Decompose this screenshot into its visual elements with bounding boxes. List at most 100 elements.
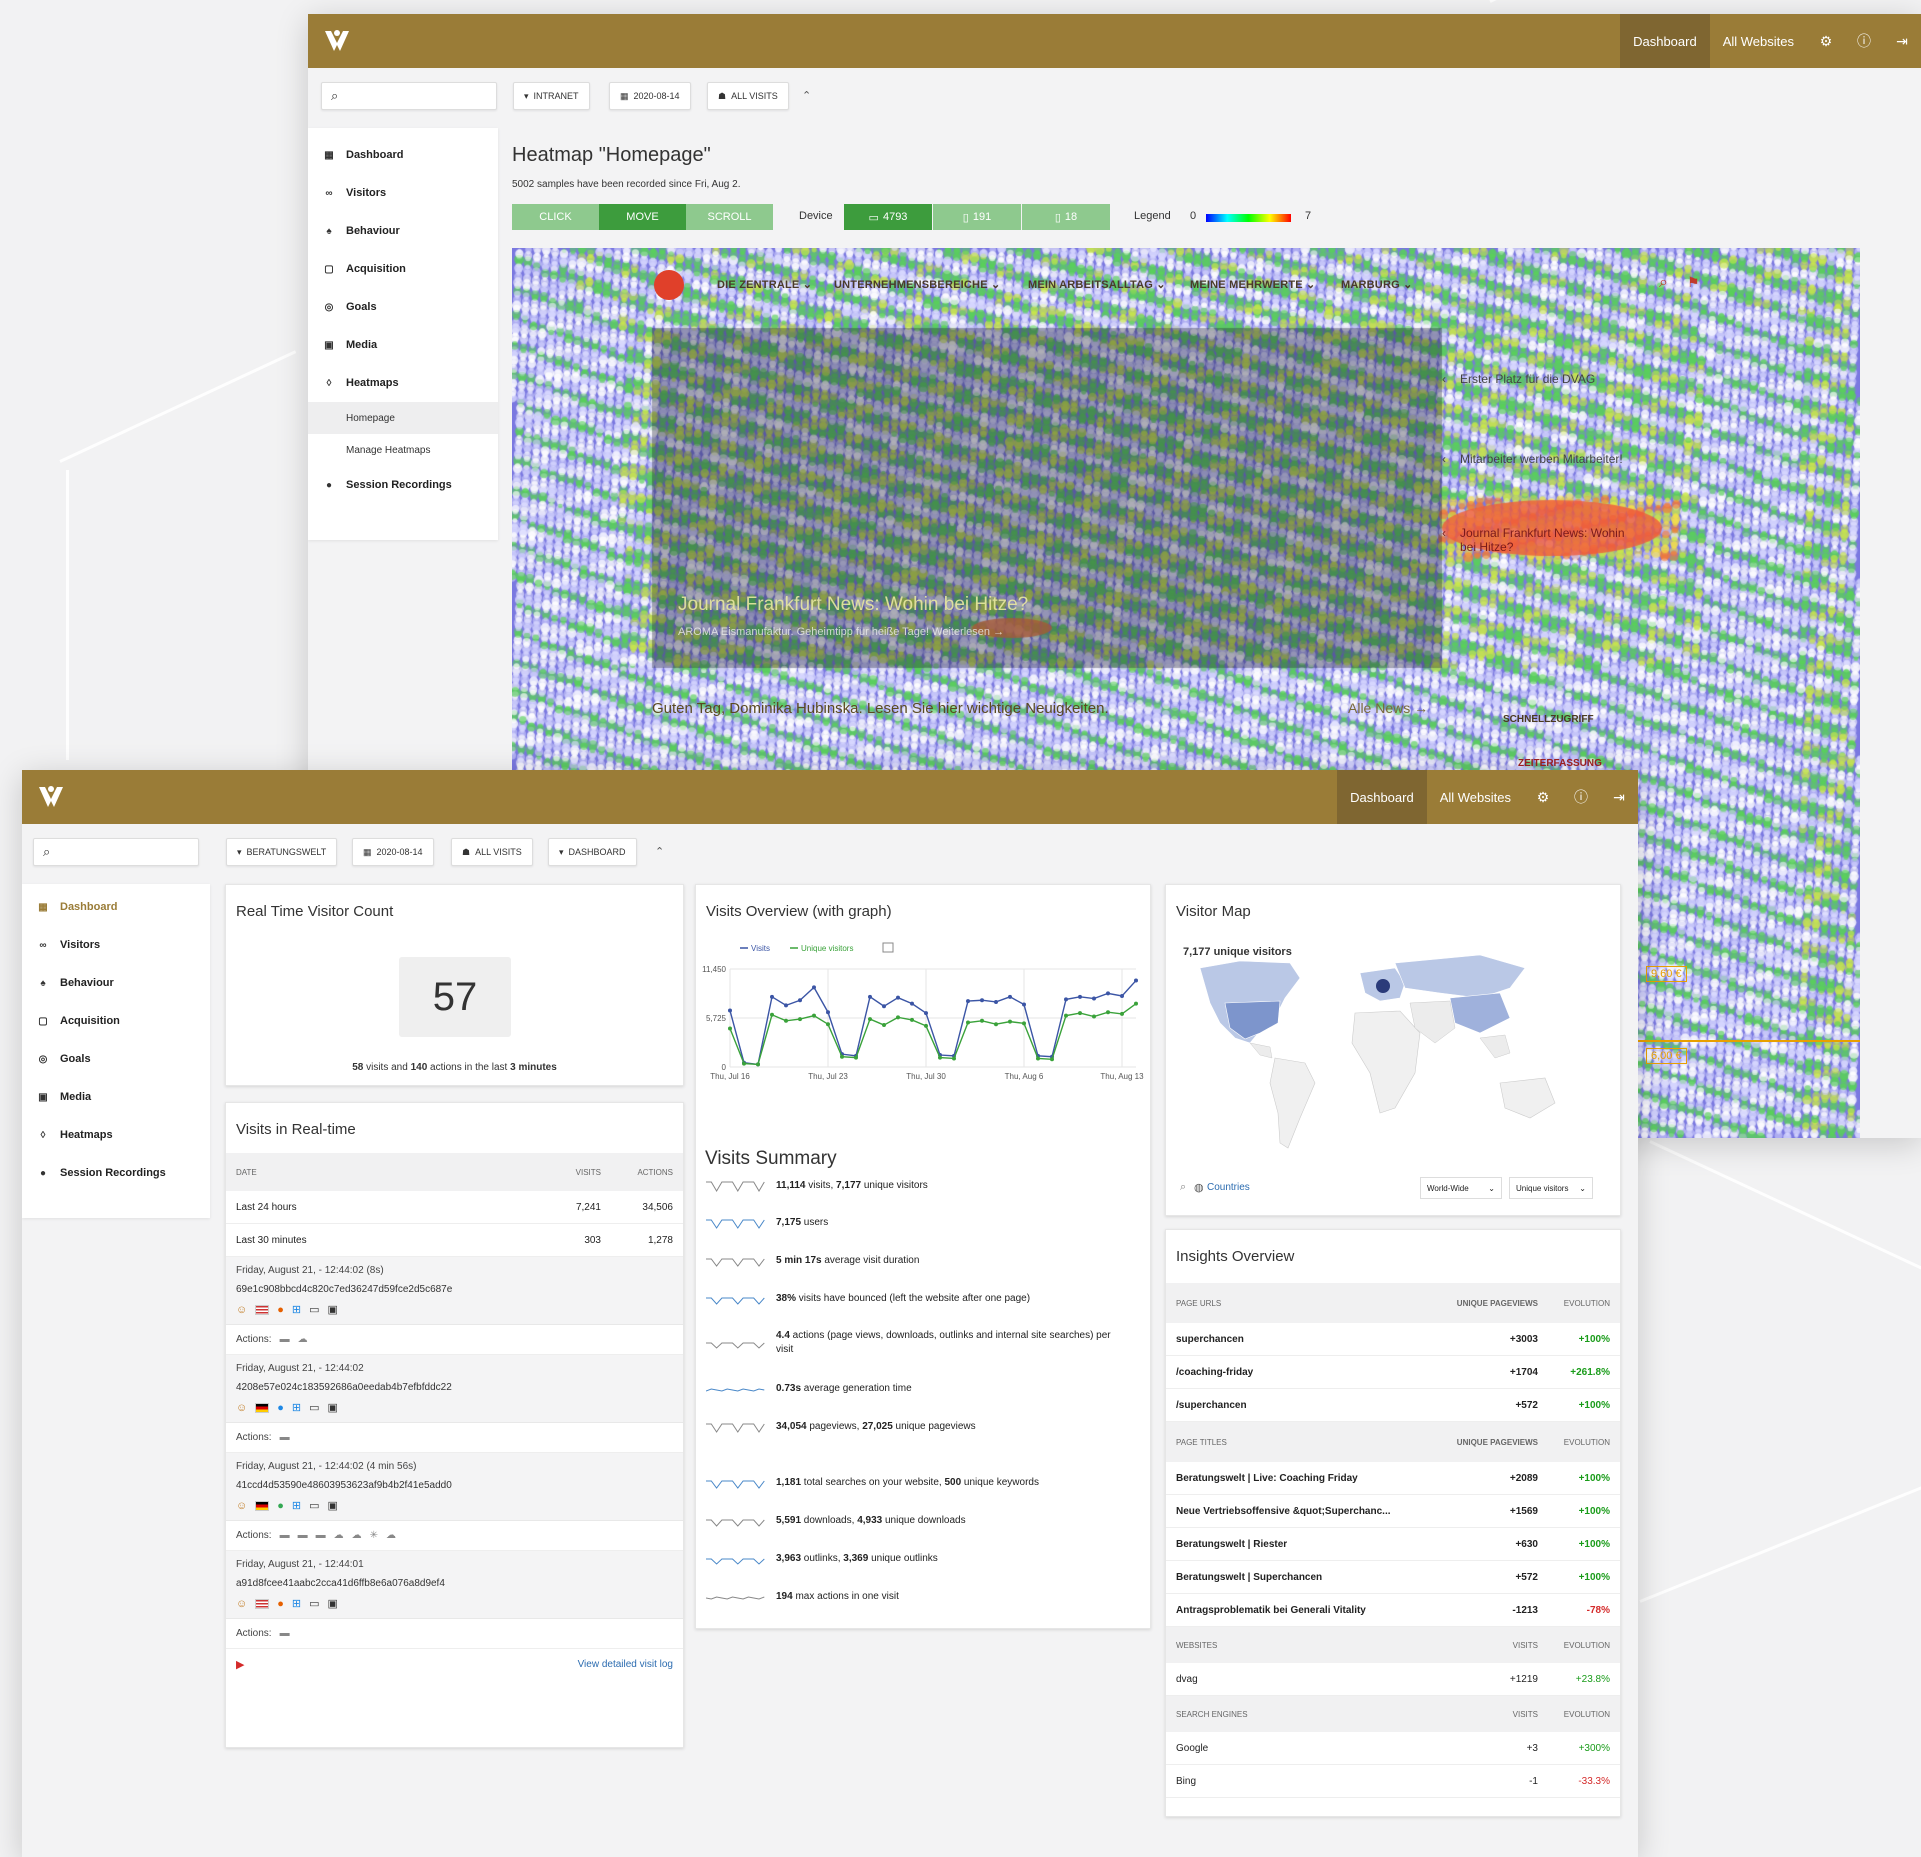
data-point[interactable] — [1106, 991, 1110, 996]
insights-row[interactable]: superchancen +3003 +100% — [1166, 1323, 1620, 1356]
visitor-profile-icon[interactable]: ☺ — [236, 1402, 247, 1414]
data-point[interactable] — [812, 985, 816, 990]
sparkline[interactable] — [706, 1335, 768, 1351]
folder-icon[interactable]: ▬ — [280, 1432, 290, 1443]
sparkline[interactable] — [706, 1381, 768, 1397]
visitor-profile-icon[interactable]: ☺ — [236, 1304, 247, 1316]
data-point[interactable] — [910, 1001, 914, 1006]
device-phone-button[interactable]: ▯ 18 — [1022, 204, 1110, 230]
date-selector[interactable]: ▦ 2020-08-14 — [609, 82, 691, 110]
insights-row[interactable]: Bing -1 -33.3% — [1166, 1765, 1620, 1798]
data-point[interactable] — [1092, 996, 1096, 1001]
visit-entry[interactable]: Friday, August 21, - 12:44:02 4208e57e024… — [226, 1355, 683, 1423]
mode-click-button[interactable]: CLICK — [512, 204, 599, 230]
sparkline[interactable] — [706, 1589, 768, 1605]
search-input[interactable]: ⌕ — [321, 82, 497, 110]
visit-entry[interactable]: Friday, August 21, - 12:44:02 (4 min 56s… — [226, 1453, 683, 1521]
insights-row[interactable]: Beratungswelt | Superchancen +572 +100% — [1166, 1561, 1620, 1594]
logout-icon[interactable]: ⇥ — [1600, 770, 1638, 824]
data-point[interactable] — [1022, 1002, 1026, 1007]
dashboard-selector[interactable]: ▾ DASHBOARD — [548, 838, 637, 866]
gear-icon[interactable]: ⚙ — [1524, 770, 1562, 824]
data-point[interactable] — [1036, 1056, 1040, 1061]
data-point[interactable] — [1134, 1001, 1138, 1006]
data-point[interactable] — [784, 1003, 788, 1008]
countries-link[interactable]: Countries — [1207, 1182, 1250, 1193]
segment-selector[interactable]: ☗ ALL VISITS — [451, 838, 533, 866]
insights-row[interactable]: /superchancen +572 +100% — [1166, 1389, 1620, 1422]
insights-row[interactable]: Beratungswelt | Live: Coaching Friday +20… — [1166, 1462, 1620, 1495]
sidebar-item-visitors[interactable]: ∞ Visitors — [22, 926, 210, 964]
mode-scroll-button[interactable]: SCROLL — [686, 204, 773, 230]
data-point[interactable] — [798, 998, 802, 1003]
sidebar-item-behaviour[interactable]: ♠ Behaviour — [308, 212, 498, 250]
collapse-icon[interactable]: ⌃ — [802, 89, 811, 102]
data-point[interactable] — [1022, 1021, 1026, 1026]
sidebar-subitem-manage-heatmaps[interactable]: Manage Heatmaps — [308, 434, 498, 466]
dashboard-link[interactable]: Dashboard — [1337, 770, 1427, 824]
insights-row[interactable]: dvag +1219 +23.8% — [1166, 1663, 1620, 1696]
folder-icon[interactable]: ▬ — [280, 1334, 290, 1345]
sidebar-item-goals[interactable]: ◎ Goals — [22, 1040, 210, 1078]
data-point[interactable] — [1064, 1013, 1068, 1018]
visit-entry[interactable]: Friday, August 21, - 12:44:02 (8s) 69e1c9… — [226, 1257, 683, 1325]
data-point[interactable] — [854, 1055, 858, 1060]
sidebar-item-behaviour[interactable]: ♠ Behaviour — [22, 964, 210, 1002]
view-visit-log-link[interactable]: View detailed visit log — [578, 1659, 673, 1670]
data-point[interactable] — [910, 1017, 914, 1022]
info-icon[interactable]: ⓘ — [1562, 770, 1600, 824]
sidebar-item-acquisition[interactable]: ▢ Acquisition — [22, 1002, 210, 1040]
data-point[interactable] — [868, 994, 872, 999]
visitor-profile-icon[interactable]: ☺ — [236, 1598, 247, 1610]
region-select[interactable]: World-Wide ⌄ — [1420, 1177, 1502, 1199]
insights-row[interactable]: Beratungswelt | Riester +630 +100% — [1166, 1528, 1620, 1561]
sidebar-item-session-recordings[interactable]: ● Session Recordings — [308, 466, 498, 504]
segment-selector[interactable]: ☗ ALL VISITS — [707, 82, 789, 110]
data-point[interactable] — [868, 1017, 872, 1022]
metric-select[interactable]: Unique visitors ⌄ — [1509, 1177, 1593, 1199]
data-point[interactable] — [966, 999, 970, 1004]
device-tablet-button[interactable]: ▯ 191 — [933, 204, 1021, 230]
data-point[interactable] — [1092, 1014, 1096, 1019]
export-icon[interactable] — [882, 942, 894, 953]
data-point[interactable] — [896, 995, 900, 1000]
data-point[interactable] — [966, 1020, 970, 1025]
data-point[interactable] — [994, 999, 998, 1004]
data-point[interactable] — [1106, 1010, 1110, 1015]
play-icon[interactable]: ▶ — [236, 1658, 244, 1671]
sidebar-item-media[interactable]: ▣ Media — [308, 326, 498, 364]
data-point[interactable] — [728, 1008, 732, 1013]
folder-icon[interactable]: ▬ — [298, 1530, 308, 1541]
cloud-icon[interactable]: ☁ — [386, 1530, 396, 1541]
data-point[interactable] — [924, 1011, 928, 1016]
date-selector[interactable]: ▦ 2020-08-14 — [352, 838, 434, 866]
data-point[interactable] — [826, 1022, 830, 1027]
device-desktop-button[interactable]: ▭ 4793 — [844, 204, 932, 230]
folder-icon[interactable]: ▬ — [316, 1530, 326, 1541]
folder-icon[interactable]: ▬ — [280, 1530, 290, 1541]
sidebar-item-dashboard[interactable]: ▦ Dashboard — [22, 888, 210, 926]
data-point[interactable] — [882, 1023, 886, 1028]
sparkline[interactable] — [706, 1291, 768, 1307]
search-input[interactable]: ⌕ — [33, 838, 199, 866]
pulse-icon[interactable]: ✳ — [370, 1530, 378, 1541]
insights-row[interactable]: Neue Vertriebsoffensive &quot;Superchanc… — [1166, 1495, 1620, 1528]
sparkline[interactable] — [706, 1419, 768, 1435]
sidebar-item-heatmaps[interactable]: ◊ Heatmaps — [22, 1116, 210, 1154]
sidebar-item-heatmaps[interactable]: ◊ Heatmaps — [308, 364, 498, 402]
insights-row[interactable]: Google +3 +300% — [1166, 1732, 1620, 1765]
data-point[interactable] — [1050, 1057, 1054, 1062]
insights-row[interactable]: /coaching-friday +1704 +261.8% — [1166, 1356, 1620, 1389]
site-selector[interactable]: ▾ BERATUNGSWELT — [226, 838, 338, 866]
data-point[interactable] — [1134, 978, 1138, 983]
data-point[interactable] — [1078, 994, 1082, 999]
data-point[interactable] — [938, 1055, 942, 1060]
data-point[interactable] — [1008, 994, 1012, 999]
data-point[interactable] — [840, 1054, 844, 1059]
sidebar-item-goals[interactable]: ◎ Goals — [308, 288, 498, 326]
data-point[interactable] — [784, 1018, 788, 1023]
cloud-icon[interactable]: ☁ — [334, 1530, 344, 1541]
sidebar-subitem-homepage[interactable]: Homepage — [308, 402, 498, 434]
data-point[interactable] — [812, 1013, 816, 1018]
logout-icon[interactable]: ⇥ — [1883, 14, 1921, 68]
